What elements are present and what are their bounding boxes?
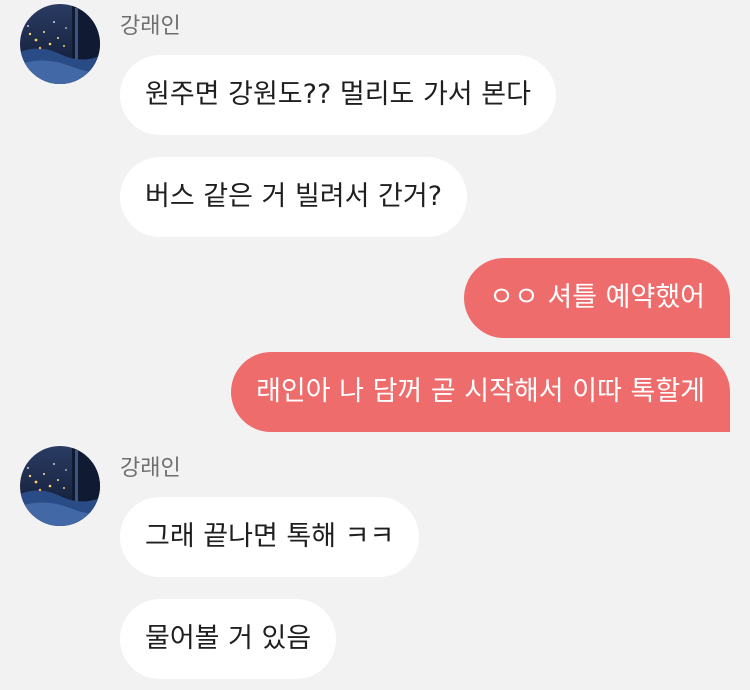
incoming-message-bubble[interactable]: 물어볼 거 있음 (120, 599, 337, 679)
incoming-message-bubble[interactable]: 그래 끝나면 톡해 ㅋㅋ (120, 497, 420, 577)
sender-avatar[interactable] (20, 4, 100, 84)
outgoing-message-bubble[interactable]: ㅇㅇ 셔틀 예약했어 (464, 258, 730, 338)
incoming-message-bubble[interactable]: 버스 같은 거 빌려서 간거? (120, 157, 468, 237)
sender-name: 강래인 (120, 456, 181, 481)
profile-photo-icon (20, 446, 100, 526)
sender-name: 강래인 (120, 14, 181, 39)
outgoing-message-bubble[interactable]: 래인아 나 담꺼 곧 시작해서 이따 톡할게 (231, 352, 730, 432)
sender-avatar[interactable] (20, 446, 100, 526)
incoming-message-bubble[interactable]: 원주면 강원도?? 멀리도 가서 본다 (120, 55, 556, 135)
profile-photo-icon (20, 4, 100, 84)
